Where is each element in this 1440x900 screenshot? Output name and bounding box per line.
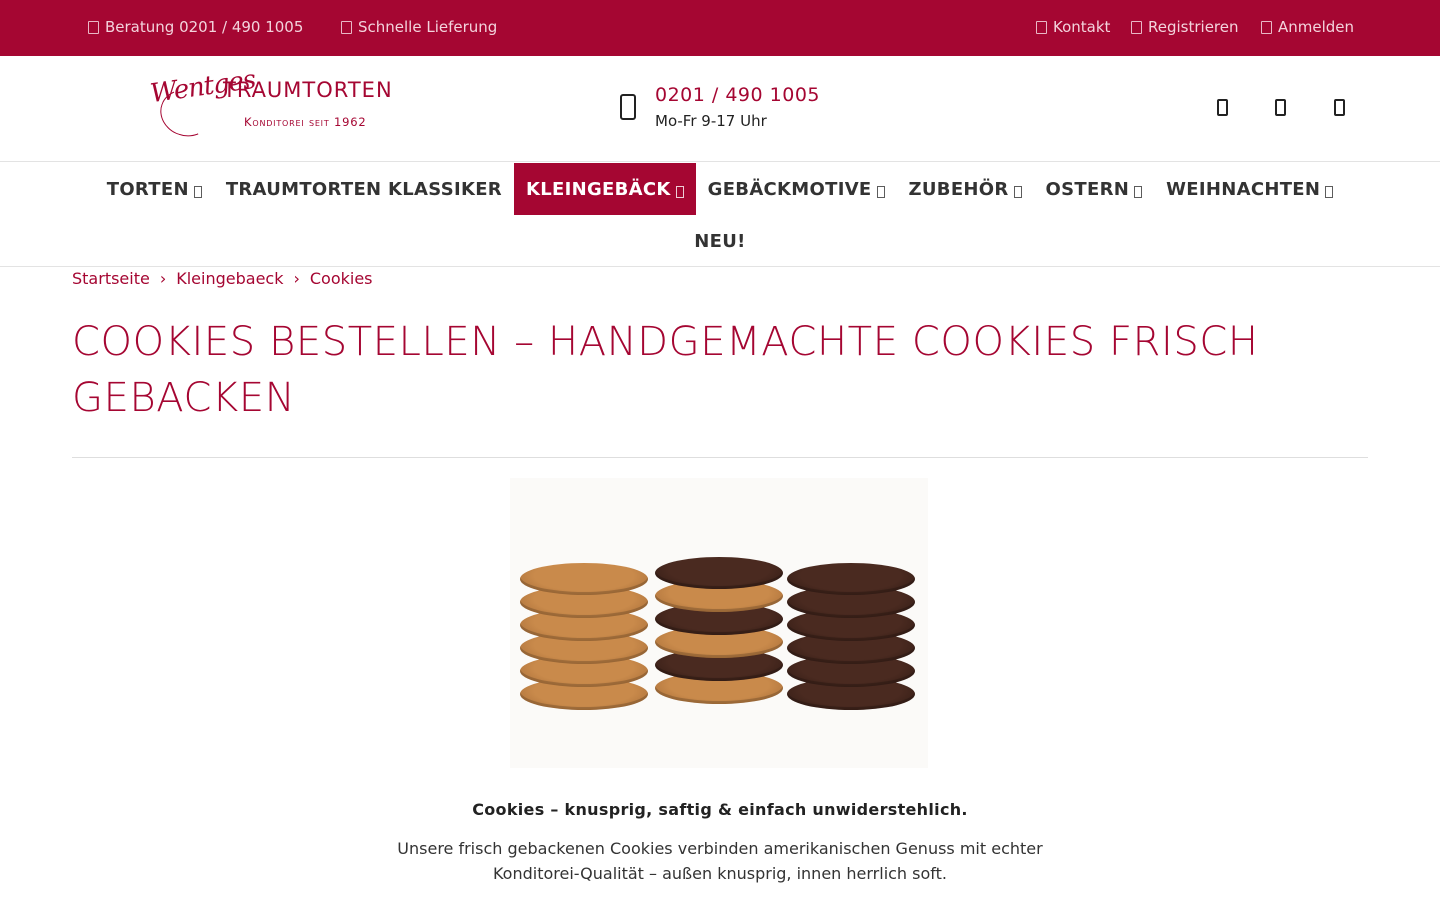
nav-label: OSTERN [1045, 178, 1130, 200]
intro-lead: Cookies – knusprig, saftig & einfach unw… [472, 800, 968, 819]
top-bar: Beratung 0201 / 490 1005 Schnelle Liefer… [0, 0, 1440, 56]
nav-label: GEBÄCKMOTIVE [707, 178, 872, 200]
breadcrumb-separator: › [293, 269, 300, 288]
kontakt-label: Kontakt [1053, 18, 1111, 36]
nav-row: NEU! [0, 215, 1440, 267]
cart-icon[interactable] [1329, 96, 1349, 118]
nav-item-neu[interactable]: NEU! [682, 215, 757, 267]
nav-label: NEU! [694, 230, 746, 252]
cookies-image [510, 478, 928, 768]
header-hours: Mo-Fr 9-17 Uhr [655, 112, 767, 130]
heart-icon[interactable] [1270, 96, 1290, 118]
registrieren-label: Registrieren [1148, 18, 1239, 36]
breadcrumb-home[interactable]: Startseite [72, 269, 150, 288]
intro-description: Unsere frisch gebackenen Cookies verbind… [397, 839, 1043, 883]
mobile-phone-icon [620, 94, 636, 120]
nav-label: TRAUMTORTEN KLASSIKER [225, 178, 502, 200]
nav-item-zubehoer[interactable]: ZUBEHÖR [897, 163, 1034, 215]
search-icon[interactable] [1212, 96, 1232, 118]
page-title: COOKIES BESTELLEN – HANDGEMACHTE COOKIES… [72, 319, 1259, 421]
breadcrumb-current[interactable]: Cookies [310, 269, 373, 288]
lieferung-link[interactable]: Schnelle Lieferung [341, 18, 497, 36]
caret-down-icon [193, 185, 202, 198]
sign-in-icon [1261, 20, 1272, 34]
breadcrumb-category[interactable]: Kleingebaeck [176, 269, 283, 288]
cookie [520, 563, 648, 595]
divider [72, 457, 1368, 458]
logo[interactable]: Wentges TRAUMTORTEN Konditorei seit 1962 [148, 65, 410, 144]
nav-item-ostern[interactable]: OSTERN [1034, 163, 1155, 215]
registrieren-link[interactable]: Registrieren [1131, 18, 1239, 36]
beratung-label: Beratung 0201 / 490 1005 [105, 18, 304, 36]
caret-down-icon [675, 185, 684, 198]
nav-item-traumtorten-klassiker[interactable]: TRAUMTORTEN KLASSIKER [214, 163, 514, 215]
nav-label: WEIHNACHTEN [1166, 178, 1321, 200]
nav-row: TORTEN TRAUMTORTEN KLASSIKER KLEINGEBÄCK… [0, 163, 1440, 215]
user-plus-icon [1131, 20, 1142, 34]
envelope-icon [1036, 20, 1047, 34]
breadcrumb-separator: › [159, 269, 167, 288]
site-header: Wentges TRAUMTORTEN Konditorei seit 1962… [0, 56, 1440, 162]
truck-icon [341, 20, 352, 34]
beratung-link[interactable]: Beratung 0201 / 490 1005 [88, 18, 303, 36]
logo-tagline: Konditorei seit 1962 [244, 115, 367, 129]
nav-label: TORTEN [106, 178, 189, 200]
main-nav: TORTEN TRAUMTORTEN KLASSIKER KLEINGEBÄCK… [0, 163, 1440, 267]
cookie [787, 563, 915, 595]
kontakt-link[interactable]: Kontakt [1036, 18, 1110, 36]
caret-down-icon [1013, 185, 1022, 198]
nav-item-gebaeckmotive[interactable]: GEBÄCKMOTIVE [696, 163, 897, 215]
logo-brand: TRAUMTORTEN [223, 78, 393, 102]
caret-down-icon [1325, 185, 1334, 198]
header-phone[interactable]: 0201 / 490 1005 [655, 84, 820, 106]
nav-label: ZUBEHÖR [908, 178, 1009, 200]
nav-item-weihnachten[interactable]: WEIHNACHTEN [1154, 163, 1345, 215]
nav-item-torten[interactable]: TORTEN [95, 163, 214, 215]
breadcrumb: Startseite › Kleingebaeck › Cookies [72, 269, 373, 288]
anmelden-link[interactable]: Anmelden [1261, 18, 1354, 36]
lieferung-label: Schnelle Lieferung [358, 18, 498, 36]
nav-item-kleingebaeck[interactable]: KLEINGEBÄCK [513, 163, 696, 215]
caret-down-icon [876, 185, 885, 198]
phone-icon [88, 20, 99, 34]
cookie [655, 557, 783, 589]
nav-label: KLEINGEBÄCK [525, 178, 671, 200]
anmelden-label: Anmelden [1278, 18, 1355, 36]
caret-down-icon [1134, 185, 1143, 198]
